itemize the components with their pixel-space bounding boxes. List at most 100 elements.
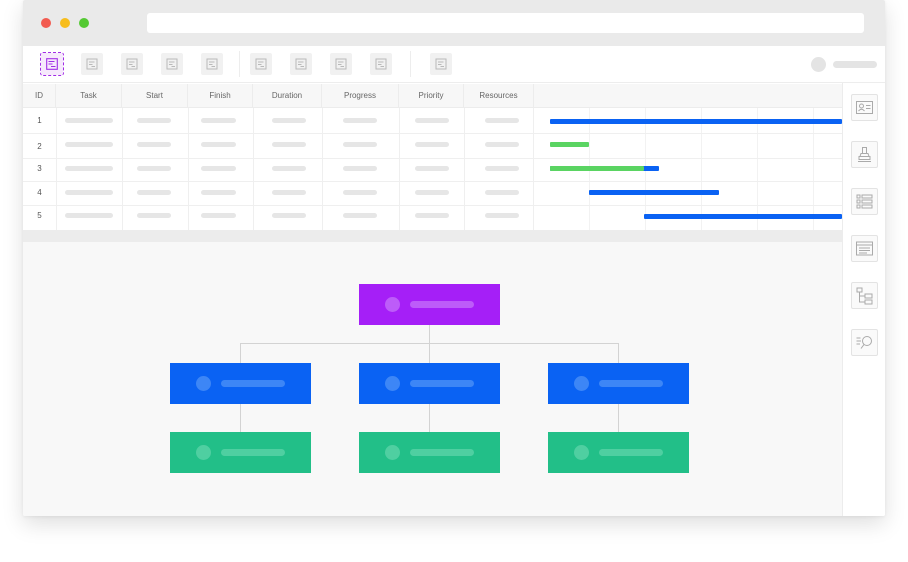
task-cell[interactable] <box>65 142 113 147</box>
column-divider <box>56 108 57 230</box>
zoom-window-button[interactable] <box>79 18 89 28</box>
priority-cell[interactable] <box>415 190 449 195</box>
finish-cell[interactable] <box>201 142 236 147</box>
resources-cell[interactable] <box>485 213 519 218</box>
org-node-leaf-2[interactable] <box>359 432 500 473</box>
duration-cell[interactable] <box>272 118 306 123</box>
connector-line <box>429 343 430 363</box>
resources-cell[interactable] <box>485 118 519 123</box>
column-header-resources[interactable]: Resources <box>464 84 534 108</box>
gantt-view-button[interactable] <box>40 52 64 76</box>
progress-cell[interactable] <box>343 213 377 218</box>
tool-button-9[interactable] <box>370 53 392 75</box>
minimize-window-button[interactable] <box>60 18 70 28</box>
duration-cell[interactable] <box>272 142 306 147</box>
stamp-button[interactable] <box>851 141 878 168</box>
priority-cell[interactable] <box>415 166 449 171</box>
column-divider <box>188 108 189 230</box>
finish-cell[interactable] <box>201 190 236 195</box>
priority-cell[interactable] <box>415 118 449 123</box>
node-label <box>221 380 285 387</box>
column-header-id[interactable]: ID <box>23 84 56 108</box>
column-header-duration[interactable]: Duration <box>253 84 322 108</box>
progress-cell[interactable] <box>343 166 377 171</box>
row-id-5: 5 <box>37 211 42 220</box>
tool-button-5[interactable] <box>201 53 223 75</box>
pane-splitter[interactable] <box>23 230 842 242</box>
user-name-placeholder[interactable] <box>833 61 877 68</box>
node-label <box>599 449 663 456</box>
row-divider <box>23 205 842 206</box>
tool-button-6[interactable] <box>250 53 272 75</box>
tool-button-2[interactable] <box>81 53 103 75</box>
address-bar[interactable] <box>147 13 864 33</box>
tool-button-4[interactable] <box>161 53 183 75</box>
resources-cell[interactable] <box>485 190 519 195</box>
start-cell[interactable] <box>137 213 171 218</box>
connector-line <box>240 343 241 363</box>
tool-button-10[interactable] <box>430 53 452 75</box>
column-header-progress[interactable]: Progress <box>322 84 399 108</box>
close-window-button[interactable] <box>41 18 51 28</box>
org-node-child-3[interactable] <box>548 363 689 404</box>
progress-cell[interactable] <box>343 118 377 123</box>
list-button[interactable] <box>851 188 878 215</box>
org-node-child-1[interactable] <box>170 363 311 404</box>
toolbar-separator <box>410 51 411 77</box>
table-header: ID Task Start Finish Duration Progress P… <box>23 84 842 108</box>
gantt-bar-3-progress <box>550 166 644 171</box>
gantt-bar-4[interactable] <box>589 190 719 195</box>
task-cell[interactable] <box>65 190 113 195</box>
column-header-start[interactable]: Start <box>122 84 188 108</box>
user-avatar[interactable] <box>811 57 826 72</box>
org-node-leaf-3[interactable] <box>548 432 689 473</box>
duration-cell[interactable] <box>272 166 306 171</box>
column-header-task[interactable]: Task <box>56 84 122 108</box>
start-cell[interactable] <box>137 142 171 147</box>
task-cell[interactable] <box>65 118 113 123</box>
search-list-icon <box>856 336 872 349</box>
gantt-bar-1[interactable] <box>550 119 842 124</box>
contact-card-button[interactable] <box>851 94 878 121</box>
tool-button-7[interactable] <box>290 53 312 75</box>
resources-cell[interactable] <box>485 142 519 147</box>
progress-cell[interactable] <box>343 142 377 147</box>
doc-icon <box>166 58 178 70</box>
task-cell[interactable] <box>65 213 113 218</box>
stamp-icon <box>858 147 871 162</box>
column-header-finish[interactable]: Finish <box>188 84 253 108</box>
start-cell[interactable] <box>137 190 171 195</box>
finish-cell[interactable] <box>201 213 236 218</box>
gantt-bar-2[interactable] <box>550 142 589 147</box>
finish-cell[interactable] <box>201 166 236 171</box>
org-node-leaf-1[interactable] <box>170 432 311 473</box>
priority-cell[interactable] <box>415 213 449 218</box>
tree-icon <box>856 287 873 305</box>
start-cell[interactable] <box>137 118 171 123</box>
connector-line <box>240 404 241 432</box>
column-divider <box>464 108 465 230</box>
search-list-button[interactable] <box>851 329 878 356</box>
duration-cell[interactable] <box>272 213 306 218</box>
column-divider <box>122 108 123 230</box>
contact-card-icon <box>856 101 873 114</box>
progress-cell[interactable] <box>343 190 377 195</box>
task-cell[interactable] <box>65 166 113 171</box>
start-cell[interactable] <box>137 166 171 171</box>
gantt-bar-5[interactable] <box>644 214 842 219</box>
form-window-button[interactable] <box>851 235 878 262</box>
duration-cell[interactable] <box>272 190 306 195</box>
resources-cell[interactable] <box>485 166 519 171</box>
tool-button-3[interactable] <box>121 53 143 75</box>
column-divider <box>399 108 400 230</box>
tree-button[interactable] <box>851 282 878 309</box>
form-window-icon <box>856 241 873 256</box>
tool-button-8[interactable] <box>330 53 352 75</box>
org-node-root[interactable] <box>359 284 500 325</box>
node-avatar <box>385 445 400 460</box>
priority-cell[interactable] <box>415 142 449 147</box>
gantt-view-icon <box>46 58 58 70</box>
org-node-child-2[interactable] <box>359 363 500 404</box>
finish-cell[interactable] <box>201 118 236 123</box>
column-header-priority[interactable]: Priority <box>399 84 464 108</box>
